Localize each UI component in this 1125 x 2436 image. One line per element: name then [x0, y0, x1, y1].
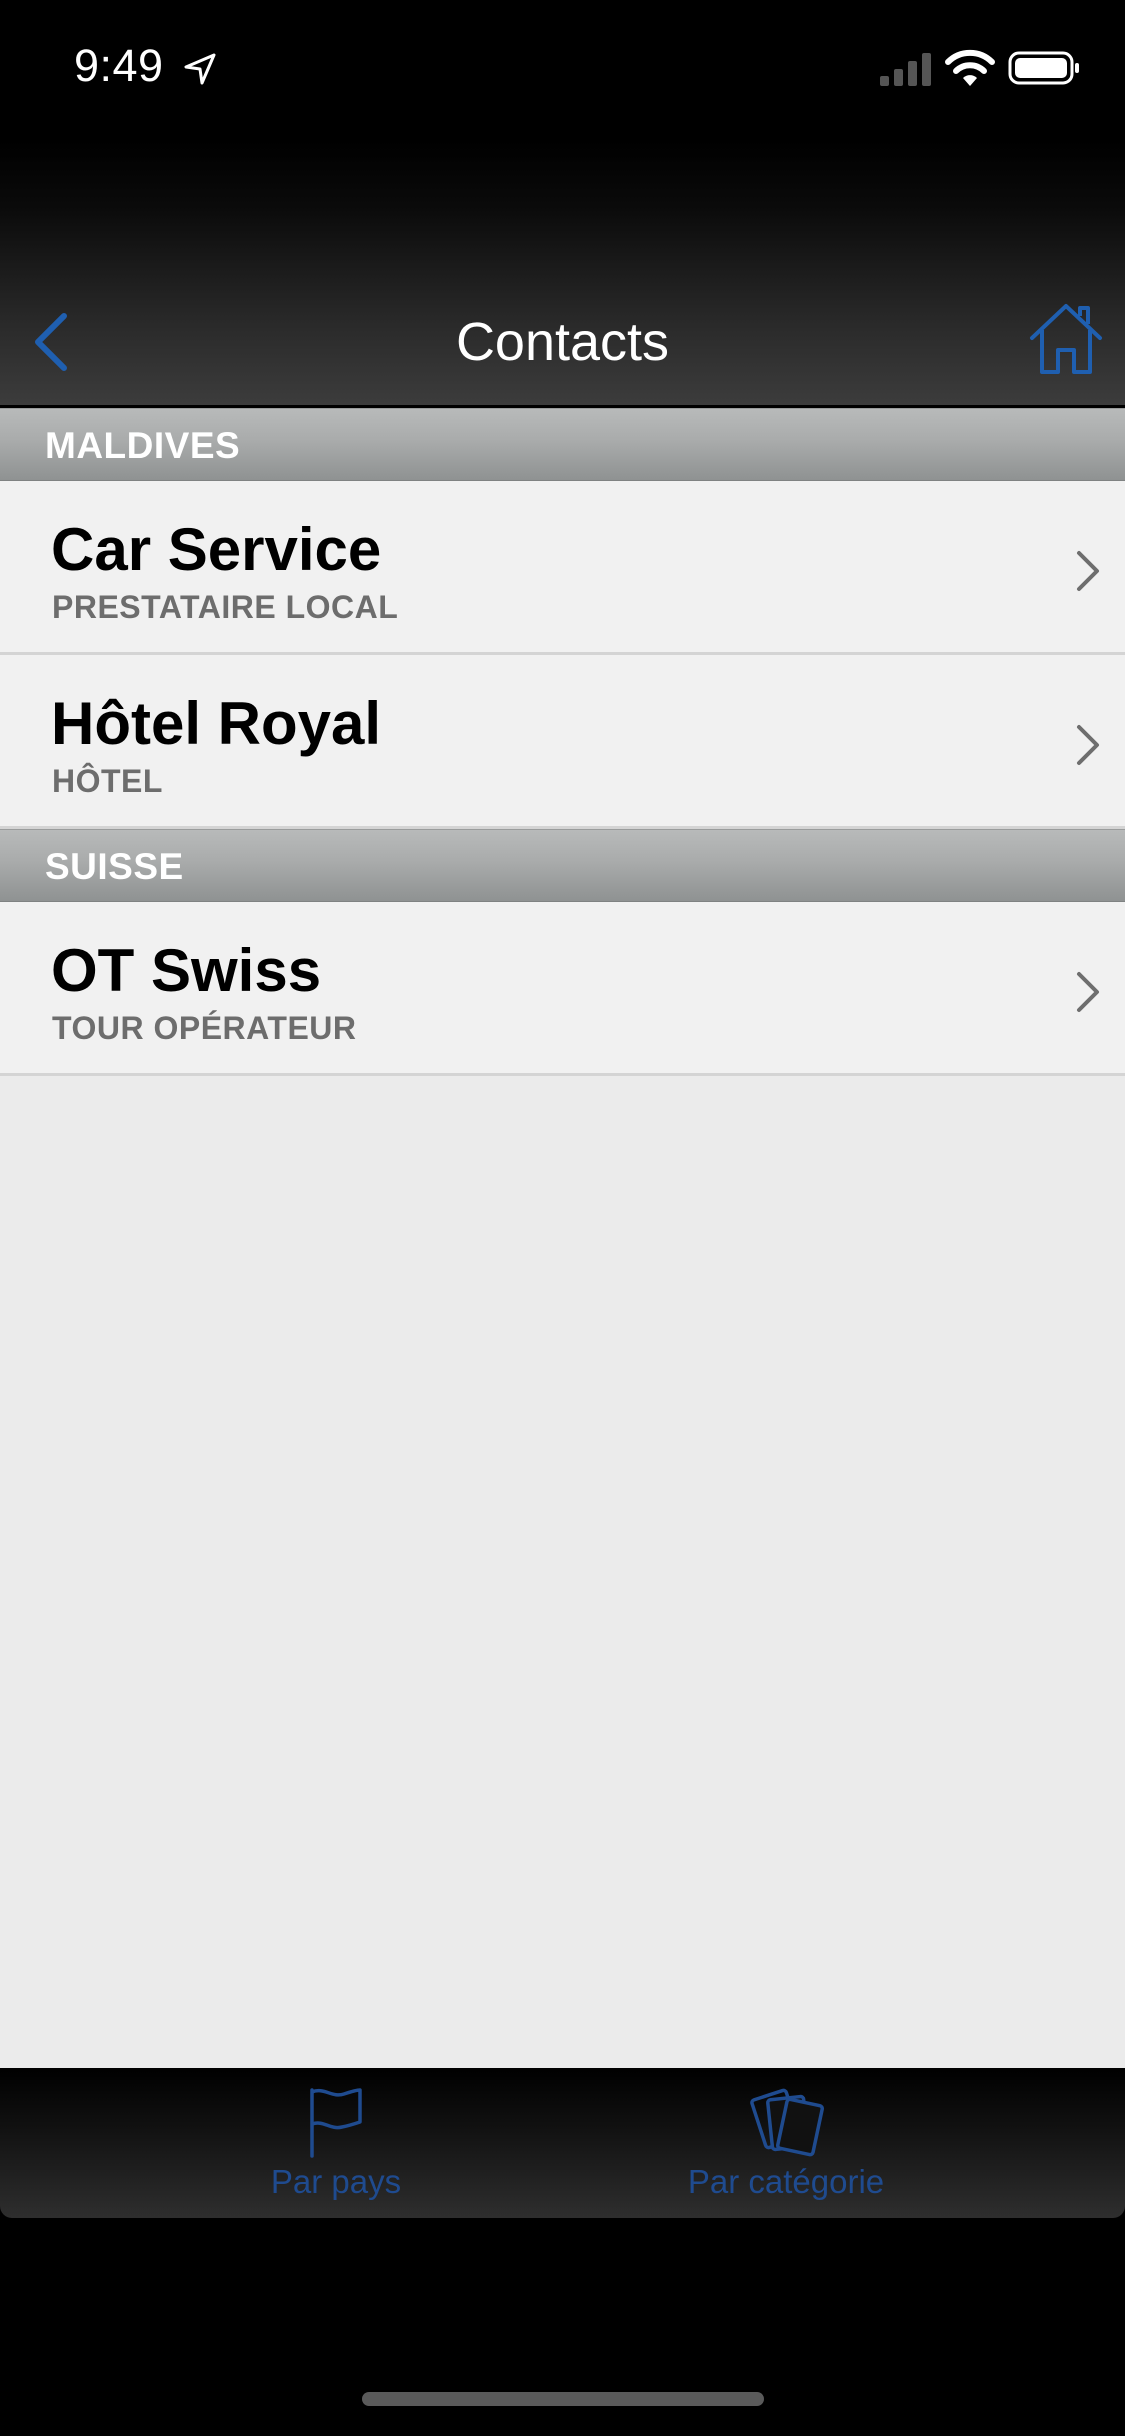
- contact-name: Car Service: [51, 516, 382, 583]
- chevron-right-icon: [1077, 972, 1099, 1012]
- wifi-icon: [945, 49, 995, 86]
- contact-name: Hôtel Royal: [51, 690, 382, 757]
- tab-label: Par catégorie: [687, 2163, 885, 2200]
- list-item[interactable]: OT Swiss TOUR OPÉRATEUR: [0, 902, 1125, 1076]
- contact-category: TOUR OPÉRATEUR: [52, 1010, 357, 1046]
- list-item[interactable]: Hôtel Royal HÔTEL: [0, 655, 1125, 829]
- section-header-label: MALDIVES: [45, 425, 241, 466]
- chevron-right-icon: [1077, 725, 1099, 765]
- app-screen: 9:49 Contacts MALDIVES Car Service PREST…: [0, 0, 1125, 2436]
- cards-icon: [750, 2088, 824, 2157]
- navigation-bar: Contacts: [0, 140, 1125, 408]
- contact-name: OT Swiss: [51, 937, 322, 1004]
- status-bar: 9:49: [0, 0, 1125, 140]
- contact-category: HÔTEL: [52, 763, 163, 799]
- home-indicator[interactable]: [362, 2392, 764, 2406]
- tab-bar: Par pays Par catégorie: [0, 2068, 1125, 2218]
- location-arrow-icon: [184, 53, 216, 85]
- status-time: 9:49: [74, 40, 164, 91]
- chevron-right-icon: [1077, 551, 1099, 591]
- tab-par-pays[interactable]: Par pays: [236, 2068, 436, 2218]
- tab-label: Par pays: [270, 2163, 402, 2200]
- section-header: SUISSE: [0, 829, 1125, 902]
- section-header: MALDIVES: [0, 408, 1125, 481]
- section-header-label: SUISSE: [45, 846, 184, 887]
- tab-par-categorie[interactable]: Par catégorie: [660, 2068, 912, 2218]
- home-icon[interactable]: [1028, 300, 1104, 376]
- cellular-signal-icon: [880, 53, 931, 86]
- contacts-list: MALDIVES Car Service PRESTATAIRE LOCAL H…: [0, 408, 1125, 2068]
- list-item[interactable]: Car Service PRESTATAIRE LOCAL: [0, 481, 1125, 655]
- flag-icon: [310, 2088, 362, 2158]
- battery-icon: [1008, 51, 1079, 85]
- page-title: Contacts: [455, 312, 670, 372]
- contact-category: PRESTATAIRE LOCAL: [52, 589, 399, 625]
